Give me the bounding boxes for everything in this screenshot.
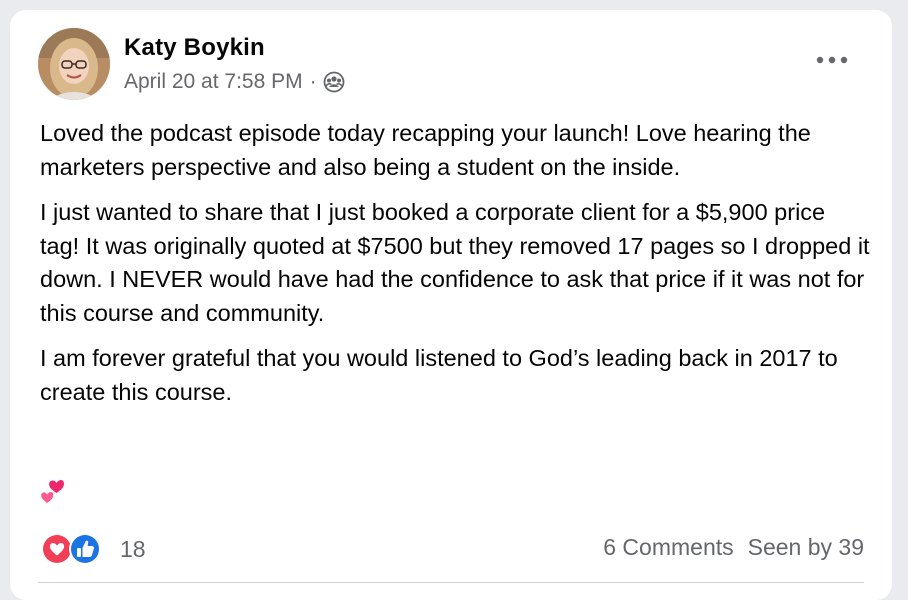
seen-by-link[interactable]: Seen by 39 xyxy=(748,534,864,561)
author-name[interactable]: Katy Boykin xyxy=(124,34,265,62)
post-meta: April 20 at 7:58 PM · xyxy=(124,70,345,94)
post-paragraph: I just wanted to share that I just booke… xyxy=(40,199,870,326)
post-body: Loved the podcast episode today recappin… xyxy=(40,117,870,421)
post-paragraph: I am forever grateful that you would lis… xyxy=(40,345,838,405)
more-horizontal-icon xyxy=(816,56,848,64)
avatar[interactable] xyxy=(38,28,110,100)
reaction-count: 18 xyxy=(120,535,146,562)
more-options-button[interactable] xyxy=(810,46,854,74)
group-icon xyxy=(323,71,345,93)
post-card: Katy Boykin April 20 at 7:58 PM · Loved … xyxy=(10,10,892,600)
post-stats: 6 Comments Seen by 39 xyxy=(603,534,864,561)
post-timestamp[interactable]: April 20 at 7:58 PM xyxy=(124,70,303,94)
post-paragraph: Loved the podcast episode today recappin… xyxy=(40,120,811,180)
avatar-photo xyxy=(38,28,110,100)
like-reaction-icon xyxy=(69,533,101,565)
meta-separator: · xyxy=(309,70,317,93)
reactions-summary[interactable]: 18 xyxy=(40,532,146,566)
two-hearts-icon xyxy=(40,478,72,510)
footer-divider xyxy=(38,582,864,583)
reaction-icons xyxy=(40,532,104,566)
love-reaction-icon xyxy=(41,533,73,565)
comments-link[interactable]: 6 Comments xyxy=(603,534,733,561)
